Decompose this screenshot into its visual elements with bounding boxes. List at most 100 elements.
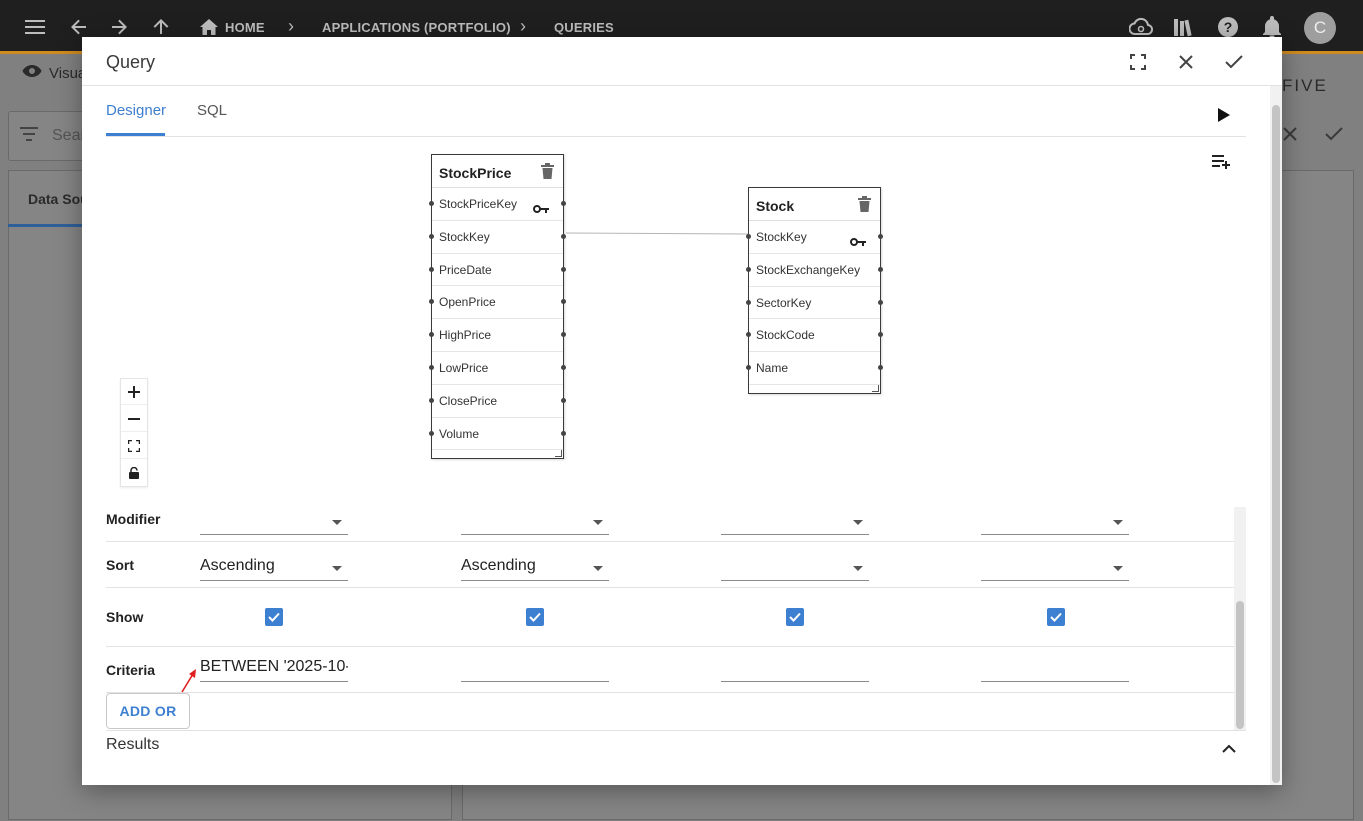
show-checkbox[interactable] (786, 608, 804, 626)
connector-dot[interactable] (561, 201, 566, 206)
table-field-row[interactable]: StockKey (746, 221, 883, 254)
avatar[interactable]: C (1304, 12, 1336, 44)
dropdown-arrow-icon (853, 520, 863, 525)
table-stock[interactable]: Stock StockKey StockExchangeKey SectorKe… (746, 187, 883, 394)
criteria-input[interactable] (721, 654, 869, 682)
table-field-row[interactable]: SectorKey (746, 287, 883, 320)
field-name: StockKey (439, 229, 490, 244)
sort-select[interactable]: Ascending (461, 553, 609, 581)
connector-dot[interactable] (429, 266, 434, 272)
table-header[interactable]: StockPrice (432, 155, 563, 188)
table-field-row[interactable]: Name (746, 352, 883, 385)
connector-dot[interactable] (878, 266, 883, 272)
table-field-row[interactable]: StockCode (746, 319, 883, 353)
active-tab-indicator (106, 133, 165, 136)
delete-table-trash-icon[interactable] (855, 194, 873, 214)
connector-dot[interactable] (429, 397, 434, 403)
show-checkbox[interactable] (526, 608, 544, 626)
criteria-input[interactable] (461, 654, 609, 682)
table-field-row[interactable]: HighPrice (429, 319, 566, 352)
table-field-row[interactable]: StockExchangeKey (746, 254, 883, 287)
close-icon[interactable] (1173, 49, 1199, 75)
connector-dot[interactable] (561, 233, 566, 239)
connector-dot[interactable] (746, 234, 751, 239)
chevron-up-icon[interactable] (1218, 737, 1240, 759)
table-field-row[interactable]: LowPrice (429, 352, 566, 385)
join-line (565, 232, 749, 235)
connector-dot[interactable] (429, 299, 434, 305)
fullscreen-icon[interactable] (1125, 49, 1151, 75)
connector-dot[interactable] (429, 332, 434, 338)
delete-table-trash-icon[interactable] (538, 161, 556, 181)
tab-sql[interactable]: SQL (197, 102, 227, 119)
modifier-select[interactable] (461, 507, 609, 535)
modifier-select[interactable] (721, 507, 869, 535)
lock-icon[interactable] (121, 460, 147, 486)
add-table-icon[interactable] (1210, 150, 1234, 174)
table-resize-handle[interactable] (555, 450, 562, 457)
connector-dot[interactable] (561, 266, 566, 272)
breadcrumb-applications[interactable]: APPLICATIONS (PORTFOLIO) (322, 20, 511, 35)
connector-dot[interactable] (746, 365, 751, 371)
tab-designer[interactable]: Designer (106, 102, 166, 119)
dropdown-arrow-icon (593, 566, 603, 571)
table-field-row[interactable]: Volume (429, 418, 566, 451)
connector-dot[interactable] (746, 332, 751, 338)
table-stockprice[interactable]: StockPrice StockPriceKey StockKey PriceD… (429, 154, 566, 459)
zoom-in-plus-icon[interactable] (121, 379, 147, 405)
connector-dot[interactable] (878, 299, 883, 305)
brand-logo: FIVE (1282, 76, 1328, 95)
field-name: LowPrice (439, 360, 489, 375)
table-field-row[interactable]: StockKey (429, 221, 566, 254)
dropdown-arrow-icon (593, 520, 603, 525)
table-field-row[interactable]: StockPriceKey (429, 188, 566, 221)
criteria-input[interactable]: BETWEEN '2025-10-0 (200, 654, 348, 682)
designer-canvas[interactable] (106, 137, 1246, 507)
connector-dot[interactable] (746, 266, 751, 272)
table-field-row[interactable]: ClosePrice (429, 385, 566, 418)
breadcrumb-queries[interactable]: QUERIES (554, 20, 614, 35)
zoom-out-minus-icon[interactable] (121, 406, 147, 432)
show-checkbox[interactable] (1047, 608, 1065, 626)
chevron-right-icon: › (520, 16, 526, 36)
results-section[interactable]: Results (106, 730, 1246, 770)
run-query-play-icon[interactable] (1212, 103, 1236, 127)
table-field-row[interactable]: PriceDate (429, 254, 566, 287)
grid-scrollbar-thumb[interactable] (1236, 601, 1244, 729)
table-resize-handle[interactable] (872, 385, 879, 392)
connector-dot[interactable] (561, 430, 566, 436)
primary-key-icon (533, 200, 549, 218)
table-name: Stock (756, 198, 795, 214)
row-label-criteria: Criteria (106, 662, 156, 678)
dialog-title: Query (106, 52, 156, 72)
sort-select[interactable] (721, 553, 869, 581)
modifier-select[interactable] (981, 507, 1129, 535)
fit-view-icon[interactable] (121, 433, 147, 459)
connector-dot[interactable] (878, 234, 883, 239)
sort-select[interactable] (981, 553, 1129, 581)
connector-dot[interactable] (429, 201, 434, 206)
table-header[interactable]: Stock (749, 188, 880, 221)
connector-dot[interactable] (561, 364, 566, 370)
menu-icon[interactable] (22, 14, 48, 40)
chevron-right-icon: › (288, 16, 294, 36)
show-checkbox[interactable] (265, 608, 283, 626)
connector-dot[interactable] (429, 430, 434, 436)
connector-dot[interactable] (561, 397, 566, 403)
criteria-input[interactable] (981, 654, 1129, 682)
modifier-row: Modifier (106, 507, 1234, 542)
results-label: Results (106, 736, 160, 753)
connector-dot[interactable] (746, 299, 751, 305)
sort-select[interactable]: Ascending (200, 553, 348, 581)
confirm-check-icon[interactable] (1221, 49, 1247, 75)
breadcrumb-home[interactable]: HOME (225, 20, 265, 35)
add-or-button[interactable]: ADD OR (106, 693, 190, 729)
table-field-row[interactable]: OpenPrice (429, 286, 566, 320)
connector-dot[interactable] (429, 233, 434, 239)
dialog-scrollbar-thumb[interactable] (1272, 105, 1280, 783)
background-search-placeholder: Sear (52, 127, 86, 144)
visibility-icon (22, 64, 42, 81)
modifier-select[interactable] (200, 507, 348, 535)
connector-dot[interactable] (429, 364, 434, 370)
background-close-icon (1282, 126, 1298, 145)
